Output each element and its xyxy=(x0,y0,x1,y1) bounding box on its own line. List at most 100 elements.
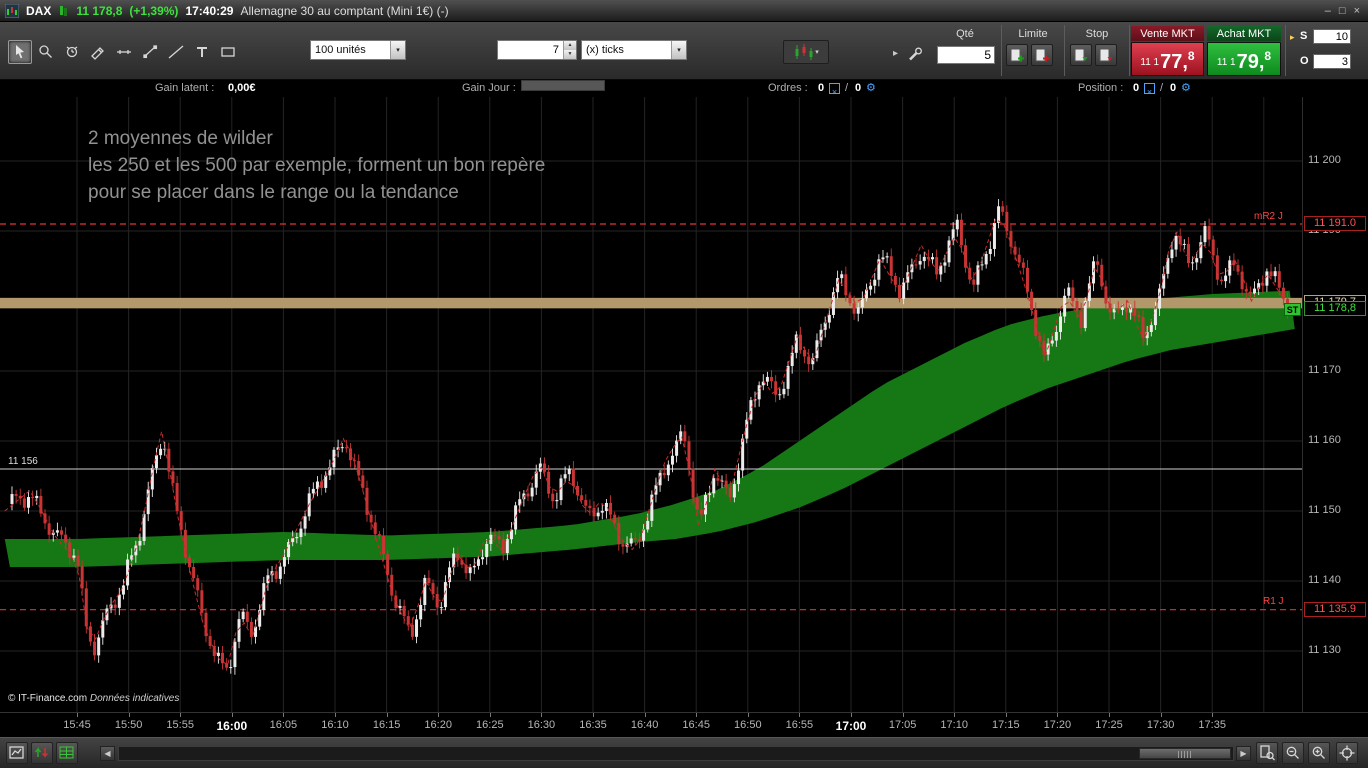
zoom-out-button[interactable] xyxy=(1282,742,1304,764)
price-tag: 11 178,8 xyxy=(1304,301,1366,317)
spinner-down-icon[interactable]: ▼ xyxy=(564,50,576,59)
spinner-up-icon[interactable]: ▲ xyxy=(564,41,576,50)
time-tick-label: 16:25 xyxy=(476,719,504,731)
orders-count2: 0 xyxy=(855,82,862,94)
annotation-line: 2 moyennes de wilder xyxy=(88,128,273,149)
scroll-right-button[interactable]: ▶ xyxy=(1236,746,1251,761)
annotation-line: pour se placer dans le range ou la tenda… xyxy=(88,182,459,203)
alarm-icon xyxy=(63,43,81,61)
zoom-in-button[interactable] xyxy=(1308,742,1330,764)
time-tick xyxy=(231,713,233,717)
time-tick xyxy=(77,713,78,717)
positions-grid-button[interactable] xyxy=(56,742,78,764)
restore-button[interactable]: □ xyxy=(1339,5,1346,17)
time-tick xyxy=(180,713,182,717)
crosshair-button[interactable] xyxy=(1336,742,1358,764)
pointer-tool-button[interactable] xyxy=(8,40,32,64)
scrollbar-thumb[interactable] xyxy=(1139,748,1231,759)
close-button[interactable]: × xyxy=(1354,5,1360,17)
chevron-down-icon[interactable]: ▾ xyxy=(671,41,686,59)
alert-tool-button[interactable] xyxy=(60,40,84,64)
buy-stop-button[interactable] xyxy=(1070,44,1092,66)
buy-mkt-button[interactable]: 11 1 79, 8 xyxy=(1207,42,1281,76)
chevron-down-icon[interactable]: ▾ xyxy=(815,48,819,56)
annotation-line: les 250 et les 500 par exemple, forment … xyxy=(88,155,546,176)
watermark: © IT-Finance.com Données indicatives xyxy=(8,693,179,704)
sell-limit-button[interactable] xyxy=(1031,44,1053,66)
sell-mkt-header: Vente MKT xyxy=(1131,26,1204,41)
ticks-unit-select[interactable]: (x) ticks ▾ xyxy=(581,40,687,60)
time-tick xyxy=(954,713,956,717)
segment-tool-button[interactable] xyxy=(138,40,162,64)
time-tick xyxy=(851,713,852,717)
time-tick-label: 16:45 xyxy=(682,719,710,731)
orders-panel-button[interactable] xyxy=(31,742,53,764)
time-tick xyxy=(593,713,594,717)
pivot-r1-label: R1 J xyxy=(1263,596,1284,607)
print-preview-button[interactable] xyxy=(1256,742,1278,764)
time-tick-label: 15:55 xyxy=(166,719,194,731)
price-tick-label: 11 130 xyxy=(1308,644,1341,656)
gain-latent-label: Gain latent : xyxy=(155,82,215,94)
ticks-count-input[interactable] xyxy=(498,44,563,56)
ticks-count-spinner[interactable]: ▲ ▼ xyxy=(497,40,577,60)
slash: / xyxy=(845,82,849,94)
panel-chevron-icon[interactable]: ▸ xyxy=(893,48,898,59)
price-axis[interactable]: 11 13011 14011 15011 16011 17011 18011 1… xyxy=(1302,97,1368,712)
qty-header: Qté xyxy=(956,27,974,40)
s-input[interactable] xyxy=(1313,29,1351,44)
buy-mkt-header: Achat MKT xyxy=(1207,26,1281,41)
buy-price-main: 79, xyxy=(1236,51,1265,73)
text-tool-button[interactable] xyxy=(190,40,214,64)
scroll-left-button[interactable]: ◀ xyxy=(100,746,115,761)
time-axis[interactable]: 15:45 15:50 15:55 16:00 16:05 16:10 16:15 16:20… xyxy=(0,712,1368,737)
units-select[interactable]: 100 unités ▾ xyxy=(310,40,406,60)
sell-mkt-button[interactable]: 11 1 77, 8 xyxy=(1131,42,1204,76)
horizontal-line-tool-button[interactable] xyxy=(112,40,136,64)
app-icon xyxy=(5,3,19,18)
candlestick-style-icon xyxy=(793,43,815,61)
zoom-tool-button[interactable] xyxy=(34,40,58,64)
time-tick xyxy=(128,713,130,717)
position-count: 0 xyxy=(1133,82,1140,94)
buy-price-sup: 8 xyxy=(1264,49,1272,63)
time-tick xyxy=(1212,713,1214,717)
buy-price-prefix: 11 1 xyxy=(1216,57,1236,68)
time-tick xyxy=(438,713,440,717)
minimize-button[interactable]: – xyxy=(1325,5,1331,17)
rectangle-tool-button[interactable] xyxy=(216,40,240,64)
divider xyxy=(1285,25,1286,76)
watermark-note: Données indicatives xyxy=(89,693,180,704)
eraser-tool-button[interactable] xyxy=(86,40,110,64)
chart-settings-button[interactable] xyxy=(6,742,28,764)
cancel-orders-icon[interactable]: × xyxy=(829,83,840,97)
o-input[interactable] xyxy=(1313,54,1351,69)
position-gear-icon[interactable]: ⚙ xyxy=(1181,80,1191,97)
time-tick xyxy=(1005,713,1007,717)
symbol-name: DAX xyxy=(26,3,52,18)
orders-gear-icon[interactable]: ⚙ xyxy=(866,80,876,97)
position-count2: 0 xyxy=(1170,82,1177,94)
price-tag: 11 191.0 xyxy=(1304,216,1366,231)
close-position-icon[interactable]: × xyxy=(1144,83,1155,97)
buy-limit-button[interactable] xyxy=(1006,44,1028,66)
time-tick-label: 16:55 xyxy=(785,719,814,731)
chevron-down-icon[interactable]: ▾ xyxy=(390,41,405,59)
window-controls: – □ × xyxy=(1325,5,1368,17)
chart-style-button[interactable]: ▾ xyxy=(783,40,829,64)
chart-scrollbar[interactable] xyxy=(118,746,1234,761)
resistance-mr2-label: mR2 J xyxy=(1254,211,1283,222)
clock: 17:40:29 xyxy=(185,3,234,18)
time-tick-label: 16:15 xyxy=(372,719,401,731)
price-tick-label: 11 160 xyxy=(1308,434,1341,446)
qty-input[interactable] xyxy=(937,46,995,64)
time-tick xyxy=(541,713,543,717)
sell-stop-button[interactable] xyxy=(1095,44,1117,66)
time-tick xyxy=(902,713,904,717)
chart-area[interactable]: 2 moyennes de wilder les 250 et les 500 … xyxy=(0,97,1302,712)
spinner[interactable]: ▲ ▼ xyxy=(563,41,576,59)
wrench-icon[interactable] xyxy=(906,46,924,64)
price-tick-label: 11 140 xyxy=(1308,574,1341,586)
time-tick-label: 17:00 xyxy=(835,719,867,733)
trendline-tool-button[interactable] xyxy=(164,40,188,64)
